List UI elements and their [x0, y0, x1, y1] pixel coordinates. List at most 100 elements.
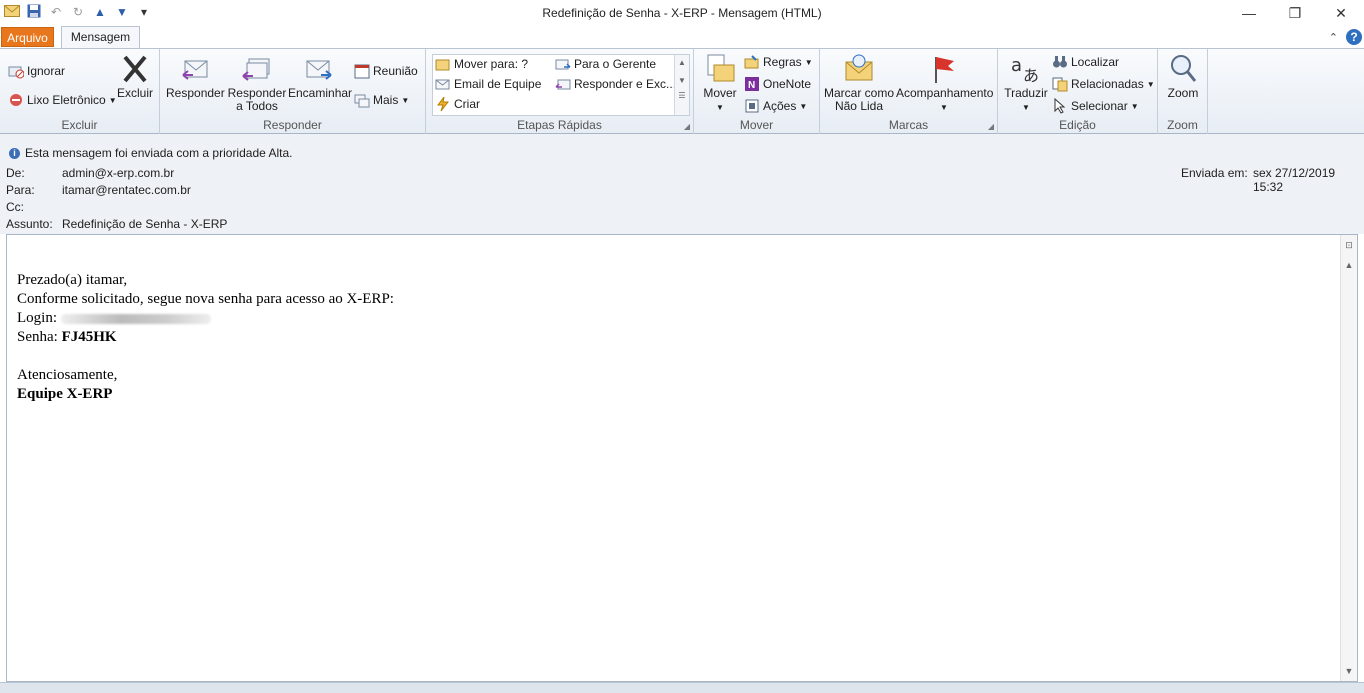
group-zoom: Zoom Zoom [1158, 49, 1208, 134]
reply-delete-icon [555, 76, 571, 92]
quick-steps-gallery: Mover para: ? Email de Equipe Criar Para… [432, 54, 690, 116]
chevron-down-icon: ▼ [1130, 101, 1139, 111]
group-label-mover: Mover [739, 118, 774, 132]
ribbon-tabs: Arquivo Mensagem ⌃ ? [0, 26, 1364, 49]
select-button[interactable]: Selecionar ▼ [1052, 97, 1139, 114]
related-button[interactable]: Relacionadas ▼ [1052, 76, 1155, 92]
close-button[interactable]: ✕ [1318, 0, 1364, 26]
pane-options-icon[interactable]: ⊡ [1343, 239, 1355, 251]
rules-label: Regras [763, 55, 802, 69]
redacted-login [60, 313, 211, 324]
zoom-button[interactable]: Zoom [1162, 53, 1204, 100]
restore-button[interactable]: ❐ [1272, 0, 1318, 26]
tab-message[interactable]: Mensagem [61, 26, 140, 49]
forward-label: Encaminhar [288, 86, 353, 100]
quick-step-team-email[interactable]: Email de Equipe [435, 76, 541, 92]
group-mover: Mover ▼ Regras ▼ N OneNote Ações ▼ Mover [694, 49, 820, 134]
quick-step-reply-delete[interactable]: Responder e Exc... [555, 76, 676, 92]
scroll-down-icon[interactable]: ▼ [675, 76, 689, 85]
body-line: Conforme solicitado, segue nova senha pa… [17, 291, 394, 307]
ignore-icon [8, 63, 25, 79]
move-button[interactable]: Mover ▼ [700, 53, 740, 114]
scroll-down-icon[interactable]: ▼ [1343, 665, 1355, 677]
actions-icon [744, 98, 760, 114]
ignore-button[interactable]: Ignorar [8, 63, 65, 79]
calendar-icon [354, 63, 370, 79]
more-button[interactable]: Mais ▼ [354, 92, 409, 108]
actions-button[interactable]: Ações ▼ [744, 98, 807, 114]
mail-content: Prezado(a) itamar, Conforme solicitado, … [17, 271, 394, 404]
cc-label: Cc: [6, 200, 24, 214]
cursor-icon [1052, 97, 1068, 114]
followup-button[interactable]: Acompanhamento ▼ [896, 53, 993, 114]
from-value[interactable]: admin@x-erp.com.br [62, 166, 174, 180]
to-value[interactable]: itamar@rentatec.com.br [62, 183, 191, 197]
find-button[interactable]: Localizar [1052, 54, 1119, 70]
dialog-launcher-icon[interactable]: ◢ [684, 122, 690, 131]
forward-button[interactable]: Encaminhar [288, 53, 353, 100]
zoom-label: Zoom [1167, 86, 1199, 100]
group-label-responder: Responder [263, 118, 322, 132]
scroll-up-icon[interactable]: ▲ [1343, 259, 1355, 271]
quick-step-move-to[interactable]: Mover para: ? [435, 56, 528, 72]
info-icon: i [9, 147, 20, 159]
ignore-label: Ignorar [27, 64, 66, 78]
actions-label: Ações [763, 99, 797, 113]
quick-steps-scrollbar[interactable]: ▲ ▼ ☰ [674, 55, 689, 115]
find-label: Localizar [1071, 55, 1120, 69]
window-title: Redefinição de Senha - X-ERP - Mensagem … [542, 6, 822, 20]
chevron-down-icon: ▼ [1146, 79, 1155, 89]
group-edicao: aあ Traduzir ▼ Localizar Relacionadas ▼ S… [998, 49, 1158, 134]
reply-all-button[interactable]: Responder a Todos [226, 53, 288, 113]
chevron-down-icon: ▼ [401, 95, 410, 105]
closing-line: Atenciosamente, [17, 367, 118, 383]
group-label-quick-steps: Etapas Rápidas [517, 118, 602, 132]
rules-button[interactable]: Regras ▼ [744, 54, 813, 70]
lightning-icon [435, 96, 451, 112]
expand-gallery-icon[interactable]: ☰ [675, 91, 689, 100]
flag-icon [928, 53, 960, 85]
reply-all-icon [241, 53, 273, 85]
message-header: i Esta mensagem foi enviada com a priori… [0, 134, 1364, 234]
svg-text:あ: あ [1023, 66, 1039, 85]
chevron-down-icon: ▼ [716, 103, 724, 112]
team-email-label: Email de Equipe [454, 77, 542, 91]
junk-icon [8, 92, 24, 108]
delete-button[interactable]: Excluir [114, 53, 156, 100]
from-label: De: [6, 166, 25, 180]
password-label: Senha: [17, 329, 58, 345]
group-marcas: Marcar como Não Lida Acompanhamento ▼ Ma… [820, 49, 998, 134]
to-label: Para: [6, 183, 35, 197]
quick-step-to-manager[interactable]: Para o Gerente [555, 56, 656, 72]
group-responder: Responder Responder a Todos Encaminhar R… [160, 49, 426, 134]
move-folder-icon [704, 53, 736, 85]
collapse-ribbon-icon[interactable]: ⌃ [1329, 31, 1338, 44]
dialog-launcher-icon[interactable]: ◢ [988, 122, 994, 131]
chevron-down-icon: ▼ [940, 103, 948, 112]
translate-button[interactable]: aあ Traduzir ▼ [1002, 53, 1050, 114]
password-value: FJ45HK [61, 329, 117, 345]
unread-envelope-icon [843, 53, 875, 85]
minimize-button[interactable]: — [1226, 0, 1272, 26]
mark-unread-label-2: Não Lida [834, 99, 884, 113]
reply-all-label-2: a Todos [236, 99, 278, 113]
reply-delete-label: Responder e Exc... [574, 77, 677, 91]
message-body[interactable]: Prezado(a) itamar, Conforme solicitado, … [6, 234, 1358, 682]
translate-label: Traduzir [1004, 86, 1048, 100]
vertical-scrollbar[interactable]: ⊡ ▲ ▼ [1340, 235, 1357, 681]
tab-file[interactable]: Arquivo [1, 27, 54, 47]
mark-unread-button[interactable]: Marcar como Não Lida [822, 53, 896, 113]
help-icon[interactable]: ? [1346, 29, 1362, 45]
onenote-button[interactable]: N OneNote [744, 76, 811, 92]
quick-step-create[interactable]: Criar [435, 96, 480, 112]
group-quick-steps: Mover para: ? Email de Equipe Criar Para… [426, 49, 694, 134]
rules-icon [744, 54, 760, 70]
scroll-up-icon[interactable]: ▲ [675, 58, 689, 67]
priority-text: Esta mensagem foi enviada com a priorida… [25, 146, 293, 160]
meeting-button[interactable]: Reunião [354, 63, 418, 79]
reply-button[interactable]: Responder [166, 53, 225, 100]
subject-value: Redefinição de Senha - X-ERP [62, 217, 228, 231]
junk-button[interactable]: Lixo Eletrônico ▼ [8, 92, 117, 108]
login-label: Login: [17, 310, 57, 326]
